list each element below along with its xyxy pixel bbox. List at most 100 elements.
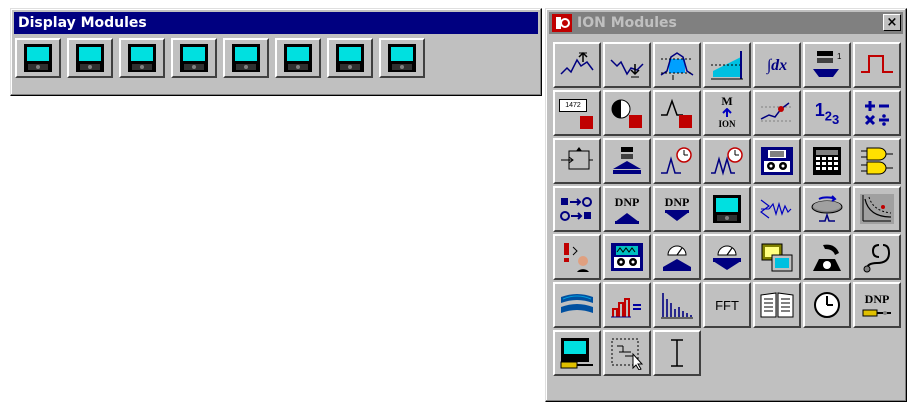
pulse-module-button[interactable] [853, 42, 901, 88]
alarm-module-button[interactable] [553, 234, 601, 280]
feedback-module-button[interactable] [553, 138, 601, 184]
sort-module-button[interactable]: 1 [803, 42, 851, 88]
stethoscope-module-button[interactable] [853, 234, 901, 280]
telephone-icon [813, 244, 841, 271]
ion-modules-titlebar[interactable]: ION Modules × [549, 12, 903, 34]
setpoint-icon [660, 52, 694, 80]
display-modules-window: Display Modules [10, 8, 542, 96]
display-module-button-4[interactable] [171, 38, 217, 78]
display-module-button-8[interactable] [379, 38, 425, 78]
clock-icon [814, 292, 840, 318]
integrator-module-button[interactable]: ∫dx [753, 42, 801, 88]
clock-module-button[interactable] [803, 282, 851, 328]
text-cursor-module-button[interactable] [653, 330, 701, 376]
analog-disc-module-button[interactable] [803, 186, 851, 232]
counter-module-button[interactable]: 1472 [553, 90, 601, 136]
display-module-button-3[interactable] [119, 38, 165, 78]
scope-module-button[interactable] [853, 186, 901, 232]
recorder-icon [613, 147, 641, 174]
periodic-timer-module-button[interactable] [653, 138, 701, 184]
dnp-options-label: DNP [864, 291, 890, 306]
setpoint-module-button[interactable] [653, 42, 701, 88]
communications-icon [561, 294, 593, 313]
calendar-icon [813, 147, 841, 175]
text-cursor-icon [671, 339, 683, 367]
close-button[interactable]: × [883, 14, 901, 31]
digits-module-button[interactable]: 123 [803, 90, 851, 136]
meter-import-icon [663, 245, 691, 271]
threshold-icon [711, 51, 743, 80]
trend-icon [760, 102, 793, 122]
display-options-icon [560, 338, 593, 369]
integrator-icon: ∫dx [766, 56, 788, 74]
threshold-module-button[interactable] [703, 42, 751, 88]
display-options-module-button[interactable] [553, 330, 601, 376]
fft-icon: FFT [715, 297, 739, 313]
digits-one: 1 [814, 99, 825, 120]
one-shot-timer-module-button[interactable] [703, 138, 751, 184]
peak-module-button[interactable] [653, 90, 701, 136]
dnp-slave-import-module-button[interactable]: DNP [603, 186, 651, 232]
recorder-module-button[interactable] [603, 138, 651, 184]
display-module-icon [24, 44, 52, 72]
wave-recorder-module-button[interactable] [753, 186, 801, 232]
telephone-module-button[interactable] [803, 234, 851, 280]
display-modules-toolbar [15, 38, 429, 78]
display-module-button-6[interactable] [275, 38, 321, 78]
trend-module-button[interactable] [753, 90, 801, 136]
dnp-slave-export-icon: DNP [662, 195, 692, 224]
display-module-icon [284, 44, 312, 72]
digital-io-icon [560, 197, 592, 221]
digital-io-module-button[interactable] [553, 186, 601, 232]
waveform-recorder-module-button[interactable] [603, 234, 651, 280]
display-module-button-5[interactable] [223, 38, 269, 78]
dnp-import-label: DNP [614, 194, 640, 209]
and-or-icon [861, 147, 893, 175]
bar-graph-icon [611, 298, 641, 318]
minimum-module-button[interactable] [603, 42, 651, 88]
harmonics-icon [661, 293, 693, 319]
dnp-export-label: DNP [664, 194, 690, 209]
data-recorder-module-button[interactable] [753, 138, 801, 184]
display-module-icon [388, 44, 416, 72]
close-icon: × [886, 15, 898, 30]
ion-module-grid: ∫dx 1 1472 M ION 123 DNP DNP FFT DNP [549, 38, 905, 400]
display-module-button[interactable] [703, 186, 751, 232]
communications-module-button[interactable] [553, 282, 601, 328]
display-modules-titlebar[interactable]: Display Modules [14, 12, 538, 34]
log-book-module-button[interactable] [753, 282, 801, 328]
display-modules-title: Display Modules [18, 15, 147, 31]
calendar-module-button[interactable] [803, 138, 851, 184]
display-module-button-7[interactable] [327, 38, 373, 78]
meter-import-module-button[interactable] [653, 234, 701, 280]
dnp-slave-import-icon: DNP [612, 195, 642, 224]
waveform-recorder-icon [611, 243, 643, 271]
bar-graph-module-button[interactable] [603, 282, 651, 328]
data-recorder-icon [761, 147, 793, 175]
arithmetic-module-button[interactable] [853, 90, 901, 136]
dnp-slave-export-module-button[interactable]: DNP [653, 186, 701, 232]
ion-ion-label: ION [718, 119, 736, 129]
wave-recorder-icon [760, 199, 792, 219]
stethoscope-icon [863, 244, 891, 273]
fft-module-button[interactable]: FFT [703, 282, 751, 328]
dnp-options-module-button[interactable]: DNP [853, 282, 901, 328]
harmonics-module-button[interactable] [653, 282, 701, 328]
logic-control-icon [611, 99, 642, 128]
selection-module-button[interactable] [603, 330, 651, 376]
ion-module-button[interactable]: M ION [703, 90, 751, 136]
maximum-icon [560, 51, 594, 75]
counter-icon: 1472 [559, 97, 595, 129]
maximum-module-button[interactable] [553, 42, 601, 88]
one-shot-timer-icon [711, 147, 743, 176]
and-or-module-button[interactable] [853, 138, 901, 184]
meter-export-module-button[interactable] [703, 234, 751, 280]
display-module-button-2[interactable] [67, 38, 113, 78]
pulse-icon [861, 55, 893, 73]
distributed-io-module-button[interactable] [753, 234, 801, 280]
display-module-button-1[interactable] [15, 38, 61, 78]
logic-control-module-button[interactable] [603, 90, 651, 136]
scope-icon [860, 194, 894, 224]
counter-label: 1472 [559, 99, 587, 112]
display-module-icon [336, 44, 364, 72]
